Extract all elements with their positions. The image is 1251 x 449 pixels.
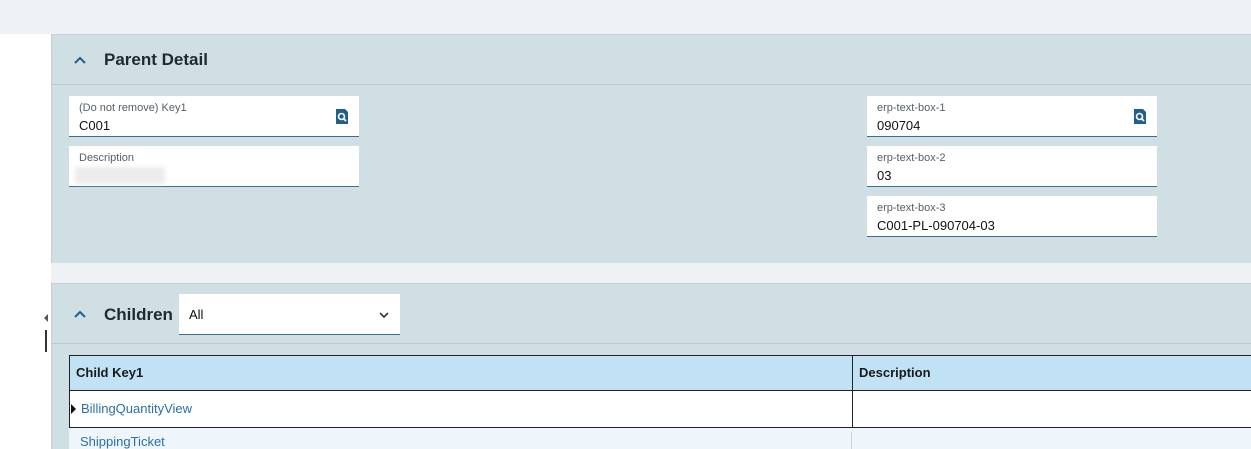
erp-text-box-1-field[interactable]: erp-text-box-1 090704 — [867, 96, 1157, 137]
children-panel: Children All Child Key1 Description Bill… — [51, 283, 1251, 449]
grid-header-row: Child Key1 Description — [69, 355, 1251, 391]
parent-detail-header: Parent Detail — [52, 35, 1251, 85]
description-field[interactable]: Description — [69, 146, 359, 187]
parent-detail-panel: Parent Detail (Do not remove) Key1 C001 … — [51, 34, 1251, 263]
erp-text-box-3-field[interactable]: erp-text-box-3 C001-PL-090704-03 — [867, 196, 1157, 237]
description-redacted-value — [75, 167, 165, 184]
chevron-up-icon — [74, 310, 86, 318]
column-header-description[interactable]: Description — [853, 356, 1251, 390]
erp-text-box-2-value[interactable]: 03 — [877, 168, 891, 183]
parent-detail-title: Parent Detail — [104, 50, 208, 69]
erp-text-box-2-label: erp-text-box-2 — [877, 152, 946, 164]
column-header-child-key1[interactable]: Child Key1 — [70, 356, 853, 390]
chevron-down-icon — [379, 312, 389, 319]
key1-label: (Do not remove) Key1 — [79, 102, 187, 114]
key1-field[interactable]: (Do not remove) Key1 C001 — [69, 96, 359, 137]
erp-text-box-1-lookup-icon[interactable] — [1133, 109, 1147, 124]
table-row[interactable]: BillingQuantityView — [69, 391, 1251, 428]
table-row[interactable]: ShippingTicket — [69, 428, 1251, 449]
text-cursor-icon — [45, 330, 47, 352]
erp-text-box-3-label: erp-text-box-3 — [877, 202, 946, 214]
child-description-cell[interactable] — [853, 391, 1251, 427]
erp-text-box-1-label: erp-text-box-1 — [877, 102, 946, 114]
collapse-children-button[interactable] — [72, 307, 88, 321]
child-description-cell[interactable] — [852, 432, 1250, 449]
child-key-link[interactable]: BillingQuantityView — [70, 391, 853, 427]
erp-text-box-2-field[interactable]: erp-text-box-2 03 — [867, 146, 1157, 187]
erp-text-box-3-value[interactable]: C001-PL-090704-03 — [877, 218, 995, 233]
children-filter-dropdown[interactable]: All — [179, 294, 400, 335]
collapse-parent-detail-button[interactable] — [72, 53, 88, 67]
splitter-caret-icon[interactable] — [44, 314, 48, 322]
children-filter-value: All — [189, 307, 204, 322]
key1-lookup-icon[interactable] — [335, 109, 349, 124]
child-key-link[interactable]: ShippingTicket — [69, 432, 852, 449]
erp-text-box-1-value[interactable]: 090704 — [877, 118, 920, 133]
children-header: Children All — [52, 284, 1251, 344]
left-gutter — [0, 34, 51, 449]
chevron-up-icon — [74, 56, 86, 64]
key1-value[interactable]: C001 — [79, 118, 110, 133]
description-label: Description — [79, 152, 135, 164]
children-title: Children — [104, 305, 173, 324]
panel-separator — [51, 263, 1251, 283]
top-bar — [0, 0, 1251, 34]
